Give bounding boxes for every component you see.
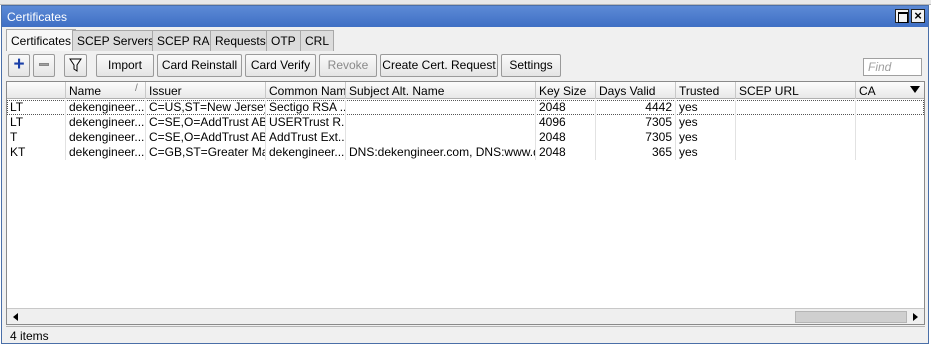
cell-key-size: 2048 [535,145,595,160]
cell-name: dekengineer.... [65,145,145,160]
cell-common-name: dekengineer.... [265,145,345,160]
cell-days-valid: 365 [595,145,675,160]
close-button[interactable]: × [911,8,925,23]
cell-issuer: C=GB,ST=Greater Ma... [145,145,265,160]
item-count: 4 items [10,329,49,343]
close-icon: × [914,8,922,23]
cell-days-valid: 7305 [595,130,675,145]
cell-name: dekengineer.... [65,115,145,130]
cell-days-valid: 7305 [595,115,675,130]
plus-icon: + [13,54,25,75]
cell-key-size: 4096 [535,115,595,130]
cell-issuer: C=SE,O=AddTrust AB... [145,130,265,145]
scroll-left-icon[interactable] [13,313,18,321]
restore-button[interactable] [895,9,909,23]
cell-trusted: yes [675,100,735,115]
tab-certificates[interactable]: Certificates [6,29,77,51]
column-header-days-valid[interactable]: Days Valid [595,82,675,99]
table-row[interactable]: LT dekengineer.... C=US,ST=New Jersey...… [7,100,924,115]
tab-otp[interactable]: OTP [266,30,301,51]
cell-days-valid: 4442 [595,100,675,115]
cell-scep-url [735,115,855,130]
cell-name: dekengineer.... [65,100,145,115]
tab-requests[interactable]: Requests [210,30,271,51]
cell-common-name: USERTrust R... [265,115,345,130]
cell-ca [855,100,924,115]
cell-ca [855,130,924,145]
status-bar: 4 items [6,326,925,343]
cell-subject-alt-name [345,100,535,115]
column-header-common-name[interactable]: Common Name [265,82,345,99]
import-button[interactable]: Import [96,54,154,77]
add-button[interactable]: + [8,54,30,77]
cell-flags: LT [10,115,24,129]
toolbar: + Import Card Reinstall Card Verify Revo… [2,54,928,80]
cell-scep-url [735,130,855,145]
cell-name: dekengineer.... [65,130,145,145]
tab-crl[interactable]: CRL [300,30,335,51]
cell-common-name: Sectigo RSA ... [265,100,345,115]
remove-button[interactable] [33,54,55,77]
cell-trusted: yes [675,115,735,130]
column-header-key-size[interactable]: Key Size [535,82,595,99]
revoke-button[interactable]: Revoke [319,54,377,77]
filter-icon [69,58,82,72]
card-verify-button[interactable]: Card Verify [245,54,316,77]
column-header-name-label: Name [69,84,102,98]
cell-scep-url [735,145,855,160]
table-row[interactable]: LT dekengineer.... C=SE,O=AddTrust AB...… [7,115,924,130]
scroll-right-icon[interactable] [913,313,918,321]
column-menu-icon[interactable] [910,86,920,93]
filter-button[interactable] [64,54,87,77]
minus-icon [39,63,49,67]
cell-subject-alt-name [345,130,535,145]
column-header-scep-url[interactable]: SCEP URL [735,82,855,99]
tab-scep-servers[interactable]: SCEP Servers [72,30,160,51]
card-reinstall-button[interactable]: Card Reinstall [157,54,242,77]
certificates-table: Name / Issuer Common Name Subject Alt. N… [6,81,925,325]
cell-flags: T [10,130,18,144]
column-header-issuer[interactable]: Issuer [145,82,265,99]
scrollbar-thumb[interactable] [795,311,907,323]
cell-common-name: AddTrust Ext... [265,130,345,145]
create-cert-request-button[interactable]: Create Cert. Request [380,54,498,77]
sort-indicator-icon: / [135,83,138,94]
find-input[interactable]: Find [863,58,922,76]
cell-issuer: C=US,ST=New Jersey... [145,100,265,115]
column-header-trusted[interactable]: Trusted [675,82,735,99]
cell-trusted: yes [675,130,735,145]
table-row[interactable]: KT dekengineer.... C=GB,ST=Greater Ma...… [7,145,924,160]
cell-scep-url [735,100,855,115]
cell-ca [855,145,924,160]
cell-trusted: yes [675,145,735,160]
cell-subject-alt-name [345,115,535,130]
certificates-window: Certificates × Certificates SCEP Servers… [1,5,929,344]
settings-button[interactable]: Settings [501,54,561,77]
cell-flags: KT [10,145,26,159]
column-header-subject-alt-name[interactable]: Subject Alt. Name [345,82,535,99]
tab-scep-ra[interactable]: SCEP RA [152,30,215,51]
window-title: Certificates [7,10,68,24]
cell-subject-alt-name: DNS:dekengineer.com, DNS:www.d... [345,145,535,160]
table-row[interactable]: T dekengineer.... C=SE,O=AddTrust AB... … [7,130,924,145]
cell-key-size: 2048 [535,100,595,115]
title-bar[interactable]: Certificates × [2,6,928,27]
table-header: Name / Issuer Common Name Subject Alt. N… [7,82,924,99]
cell-ca [855,115,924,130]
cell-flags: LT [10,100,24,114]
column-header-flags[interactable] [7,82,65,99]
cell-key-size: 2048 [535,130,595,145]
cell-issuer: C=SE,O=AddTrust AB... [145,115,265,130]
column-header-name[interactable]: Name [65,82,145,99]
horizontal-scrollbar[interactable] [7,308,924,324]
